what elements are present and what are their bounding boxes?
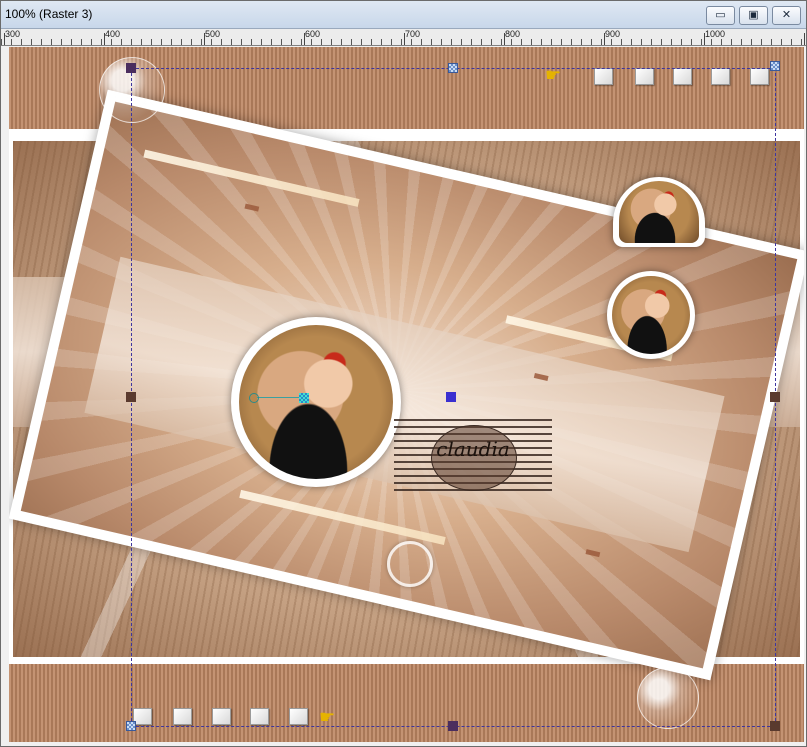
minimize-icon: ▭ (715, 9, 726, 21)
horizontal-ruler[interactable]: 300 400 500 600 700 800 900 1000 (1, 29, 806, 46)
handle-bottom-right[interactable] (770, 721, 780, 731)
handle-top-middle[interactable] (448, 63, 458, 73)
portrait-small-right-image (612, 276, 690, 354)
rotation-knob[interactable] (249, 393, 259, 403)
square-button-icon (635, 68, 654, 85)
handle-top-left[interactable] (126, 63, 136, 73)
square-button-icon (594, 68, 613, 85)
portrait-large-image (239, 325, 393, 479)
ruler-label: 1000 (705, 29, 726, 39)
handle-middle-right[interactable] (770, 392, 780, 402)
card-stripe (239, 489, 446, 545)
decorative-ring (387, 541, 433, 587)
handle-middle-left[interactable] (126, 392, 136, 402)
rotation-arm (257, 397, 301, 398)
image-canvas[interactable]: claudia ☛ ☛ (9, 47, 804, 742)
square-button-icon (289, 708, 308, 725)
window-titlebar[interactable]: 100% (Raster 3) ▭ ▣ ✕ (1, 1, 806, 29)
handle-bottom-left[interactable] (126, 721, 136, 731)
pointing-hand-icon: ☛ (319, 707, 336, 728)
portrait-small-right (607, 271, 695, 359)
ruler-major-ticks (1, 33, 806, 45)
square-button-icon (750, 68, 769, 85)
maximize-icon: ▣ (748, 9, 759, 21)
pointing-hand-icon: ☛ (545, 65, 562, 86)
glass-ball-bottom-right (637, 667, 699, 729)
center-handle[interactable] (446, 392, 456, 402)
handle-bottom-middle[interactable] (448, 721, 458, 731)
portrait-top-right-image (619, 181, 699, 243)
watermark-text: claudia (436, 437, 510, 461)
close-button[interactable]: ✕ (772, 6, 801, 25)
pivot-handle[interactable] (299, 393, 309, 403)
ruler-label: 700 (405, 29, 421, 39)
square-button-icon (711, 68, 730, 85)
maximize-button[interactable]: ▣ (739, 6, 768, 25)
card-dash (244, 203, 260, 212)
ruler-label: 300 (5, 29, 21, 39)
handle-top-right[interactable] (770, 61, 780, 71)
square-button-icon (173, 708, 192, 725)
card-dash (585, 549, 601, 558)
square-button-icon (673, 68, 692, 85)
ruler-label: 400 (105, 29, 121, 39)
ruler-label: 600 (305, 29, 321, 39)
ruler-label: 800 (505, 29, 521, 39)
card-stripe (143, 149, 360, 207)
image-window: 100% (Raster 3) ▭ ▣ ✕ 300 400 500 600 70… (0, 0, 807, 747)
window-title: 100% (Raster 3) (5, 7, 93, 21)
square-button-icon (250, 708, 269, 725)
minimize-button[interactable]: ▭ (706, 6, 735, 25)
close-icon: ✕ (781, 9, 792, 21)
ruler-label: 500 (205, 29, 221, 39)
square-button-icon (212, 708, 231, 725)
ruler-label: 900 (605, 29, 621, 39)
